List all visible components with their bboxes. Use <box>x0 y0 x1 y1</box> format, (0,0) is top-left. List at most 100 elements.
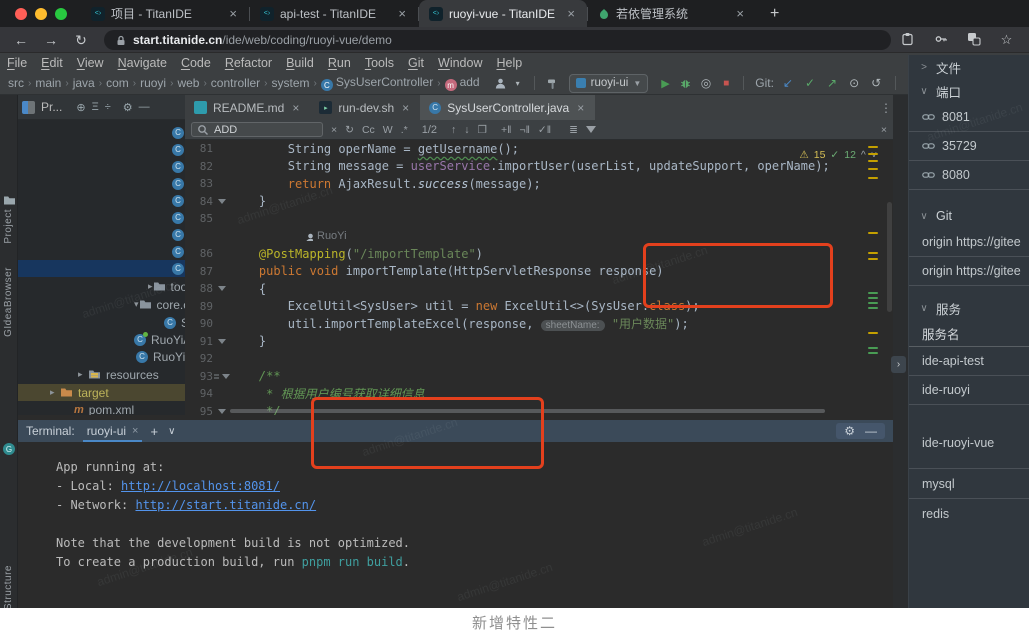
drawer-section-1[interactable]: ∨端口 <box>909 79 1029 103</box>
clear-search-icon[interactable]: × <box>331 124 337 136</box>
search-options-icon[interactable]: ≣ <box>569 124 578 136</box>
drawer-expand-icon[interactable]: › <box>891 356 906 373</box>
open-in-find-window-icon[interactable]: ❐ <box>478 124 487 136</box>
terminal-link[interactable]: http://start.titanide.cn/ <box>135 498 316 512</box>
new-tab-button[interactable]: + <box>770 5 779 23</box>
drawer-item-ide-ruoyi-vue[interactable]: ide-ruoyi-vue <box>909 417 1029 469</box>
tree-row[interactable]: C <box>18 158 185 175</box>
drawer-item-origin https://gitee[interactable]: origin https://gitee <box>909 228 1029 257</box>
breadcrumb-item[interactable]: java <box>73 76 95 90</box>
editor-tab[interactable]: README.md× <box>185 95 310 120</box>
close-editor-tab-icon[interactable]: × <box>575 101 586 115</box>
search-input[interactable]: ADD <box>191 122 323 137</box>
tree-row[interactable]: C <box>18 141 185 158</box>
drawer-section-0[interactable]: >文件 <box>909 55 1029 79</box>
tool-window-project[interactable]: Project <box>3 209 14 244</box>
next-occurrence-icon[interactable]: ↓ <box>464 124 469 136</box>
breadcrumb-class[interactable]: CSysUserController <box>321 75 433 92</box>
git-rollback-icon[interactable]: ↺ <box>868 76 884 90</box>
breadcrumb-item[interactable]: com <box>106 76 129 90</box>
forward-icon[interactable]: → <box>36 32 66 48</box>
tree-row[interactable]: C <box>18 260 185 277</box>
close-tab-icon[interactable]: × <box>734 6 746 21</box>
menu-window[interactable]: Window <box>431 56 489 70</box>
words-toggle[interactable]: W <box>383 124 393 136</box>
collapse-all-icon[interactable]: ÷ <box>105 101 111 113</box>
run-config-select[interactable]: ruoyi-ui ▼ <box>569 74 649 93</box>
terminal-settings-gear-icon[interactable]: ⚙ <box>844 424 855 438</box>
reload-icon[interactable]: ↻ <box>66 32 96 49</box>
browser-tab[interactable]: 若依管理系统× <box>588 0 756 27</box>
tree-item-RuoYiApp[interactable]: CRuoYiApp <box>18 331 185 348</box>
menu-refactor[interactable]: Refactor <box>218 56 279 70</box>
terminal-link[interactable]: http://localhost:8081/ <box>121 479 280 493</box>
breadcrumb-method[interactable]: madd <box>445 75 480 92</box>
omnibox[interactable]: start.titanide.cn /ide/web/coding/ruoyi-… <box>104 30 891 50</box>
tree-item-target[interactable]: ▸target <box>18 384 185 401</box>
close-find-bar-icon[interactable]: × <box>881 124 887 136</box>
tree-row[interactable]: C <box>18 192 185 209</box>
drawer-item-ide-ruoyi[interactable]: ide-ruoyi <box>909 376 1029 405</box>
breadcrumb-item[interactable]: ruoyi <box>140 76 166 90</box>
git-update-icon[interactable]: ↙ <box>780 76 796 90</box>
tree-item-RuoYiSer[interactable]: CRuoYiSer <box>18 348 185 365</box>
bookmark-star-icon[interactable]: ☆ <box>990 32 1023 49</box>
terminal-tab[interactable]: ruoyi-ui × <box>85 422 141 441</box>
tree-row[interactable]: C <box>18 124 185 141</box>
close-tab-icon[interactable]: × <box>565 6 577 21</box>
search-history-icon[interactable]: ↻ <box>345 124 354 136</box>
panel-settings-gear-icon[interactable]: ⚙ <box>123 101 133 114</box>
browser-tab[interactable]: <›ruoyi-vue - TitanIDE× <box>419 0 587 27</box>
hide-panel-icon[interactable]: — <box>139 101 150 113</box>
debug-bug-icon[interactable] <box>679 77 692 90</box>
browser-tab[interactable]: <›项目 - TitanIDE× <box>81 0 249 27</box>
inspection-widget[interactable]: ⚠ 15 ✓ 12 ^ ˅ <box>799 149 877 161</box>
minimize-window-icon[interactable] <box>35 8 47 20</box>
git-push-icon[interactable]: ↗ <box>824 76 840 90</box>
git-commit-check-icon[interactable]: ✓ <box>802 76 818 90</box>
coverage-icon[interactable]: ◎ <box>698 76 714 90</box>
menu-code[interactable]: Code <box>174 56 218 70</box>
stop-button[interactable]: ■ <box>720 78 732 89</box>
back-icon[interactable]: ← <box>6 32 36 48</box>
terminal-dropdown-icon[interactable]: ∨ <box>168 426 175 437</box>
chevron-right-icon[interactable]: ▸ <box>78 369 88 380</box>
select-all-occurrences-icon[interactable]: ✓‖ <box>538 124 551 136</box>
drawer-item-mysql[interactable]: mysql <box>909 469 1029 499</box>
user-profile-icon[interactable] <box>494 77 507 90</box>
drawer-section-2[interactable]: ∨Git <box>909 204 1029 228</box>
menu-git[interactable]: Git <box>401 56 431 70</box>
close-window-icon[interactable] <box>15 8 27 20</box>
translate-icon[interactable] <box>957 32 990 49</box>
breadcrumb-item[interactable]: controller <box>211 76 260 90</box>
tree-row[interactable]: C <box>18 175 185 192</box>
menu-file[interactable]: File <box>0 56 34 70</box>
tree-row[interactable]: C <box>18 243 185 260</box>
tree-row[interactable]: C <box>18 226 185 243</box>
build-hammer-icon[interactable] <box>546 77 559 90</box>
breadcrumb-item[interactable]: system <box>272 76 310 90</box>
vertical-scrollbar[interactable] <box>887 202 892 312</box>
project-folder-icon[interactable] <box>3 195 16 206</box>
locate-file-icon[interactable]: ⊕ <box>76 101 85 114</box>
hide-terminal-icon[interactable]: — <box>865 424 877 438</box>
prev-error-icon[interactable]: ^ <box>861 149 866 161</box>
run-button[interactable]: ▶ <box>658 77 672 90</box>
menu-edit[interactable]: Edit <box>34 56 70 70</box>
browser-tab[interactable]: <›api-test - TitanIDE× <box>250 0 418 27</box>
tree-row[interactable]: C <box>18 209 185 226</box>
gideabrowser-icon[interactable]: G <box>3 443 15 455</box>
breadcrumb-item[interactable]: src <box>8 76 24 90</box>
match-case-toggle[interactable]: Cc <box>362 124 375 136</box>
close-editor-tab-icon[interactable]: × <box>400 101 411 115</box>
fold-region-icon[interactable] <box>213 286 230 291</box>
add-occurrence-icon[interactable]: +‖ <box>501 124 511 136</box>
drawer-item-8080[interactable]: 8080 <box>909 161 1029 190</box>
breadcrumb-item[interactable]: main <box>35 76 61 90</box>
editor-tab[interactable]: CSysUserController.java× <box>420 95 595 120</box>
remove-occurrence-icon[interactable]: ¬‖ <box>519 124 529 136</box>
maximize-window-icon[interactable] <box>55 8 67 20</box>
fold-region-icon[interactable] <box>213 199 230 204</box>
clipboard-icon[interactable] <box>891 32 924 49</box>
password-key-icon[interactable] <box>924 32 957 49</box>
